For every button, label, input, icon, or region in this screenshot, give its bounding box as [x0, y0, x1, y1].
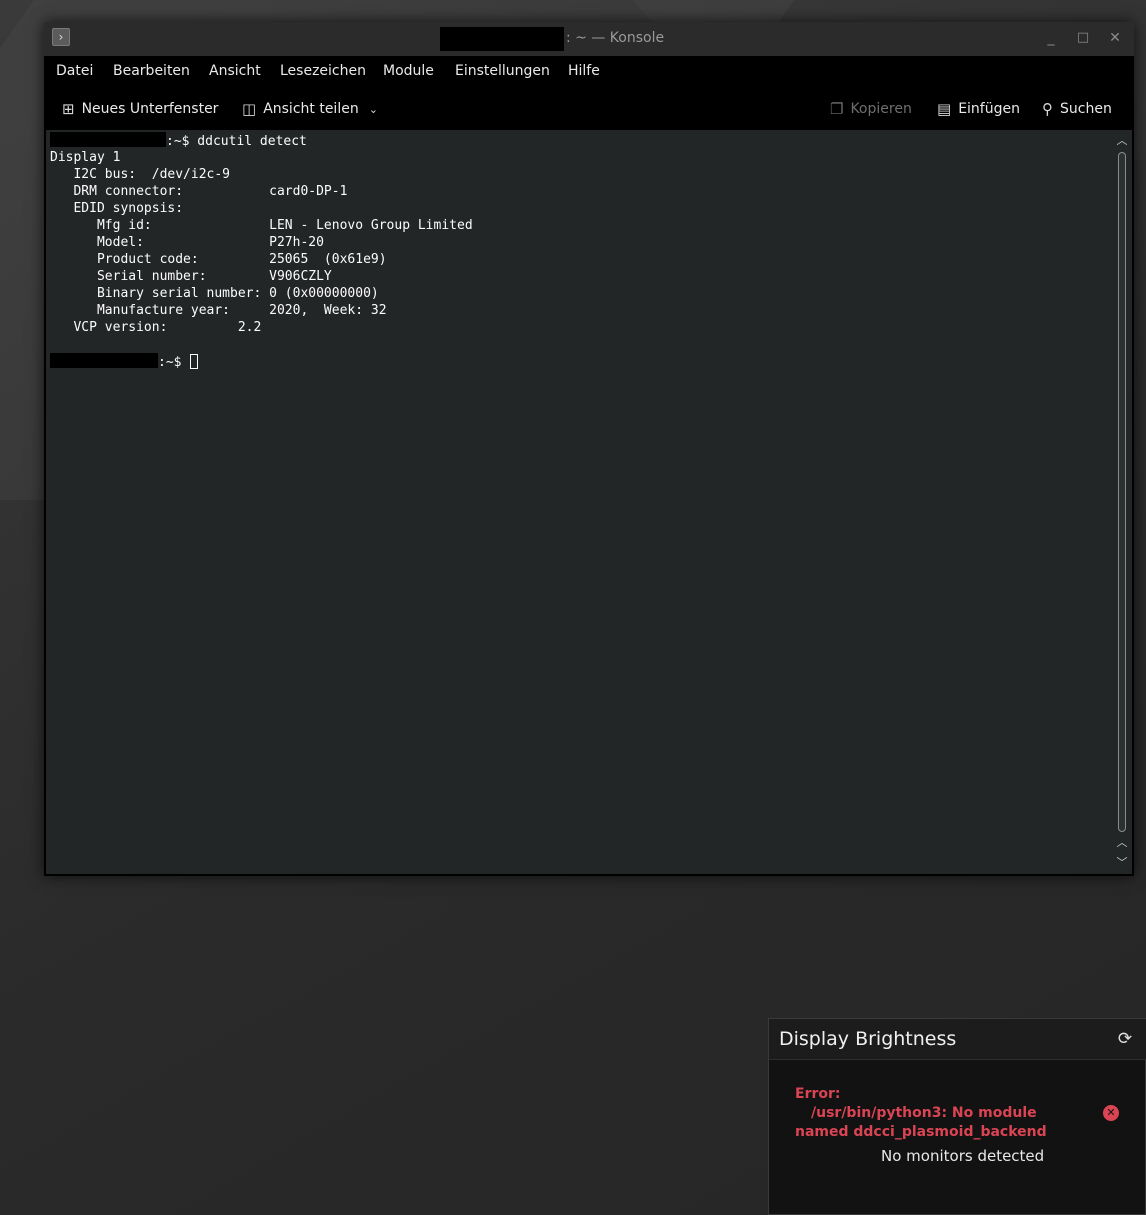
menu-datei[interactable]: Datei — [56, 63, 93, 79]
split-view-button[interactable]: ◫ Ansicht teilen ⌄ — [242, 98, 385, 120]
konsole-window: › : ~ — Konsole _ □ ✕ Datei Bearbeiten A… — [44, 22, 1134, 876]
prompt: :~$ — [158, 355, 190, 370]
output-line: Model: P27h-20 — [50, 235, 324, 250]
menu-lesezeichen[interactable]: Lesezeichen — [280, 63, 366, 79]
output-line: DRM connector: card0-DP-1 — [50, 184, 348, 199]
scroll-down-icon[interactable]: ﹀ — [1115, 856, 1129, 870]
paste-icon: ▤ — [937, 100, 952, 118]
split-view-icon: ◫ — [242, 100, 257, 118]
menu-ansicht[interactable]: Ansicht — [209, 63, 261, 79]
copy-label: Kopieren — [850, 101, 912, 117]
status-text: No monitors detected — [881, 1147, 1045, 1165]
toolbar: ⊞ Neues Unterfenster ◫ Ansicht teilen ⌄ … — [44, 86, 1134, 130]
new-tab-button[interactable]: ⊞ Neues Unterfenster — [62, 98, 218, 120]
minimize-button[interactable]: _ — [1042, 29, 1060, 47]
new-tab-label: Neues Unterfenster — [81, 101, 219, 117]
output-line: Binary serial number: 0 (0x00000000) — [50, 286, 379, 301]
output-line: Mfg id: LEN - Lenovo Group Limited — [50, 218, 473, 233]
error-label: Error: — [795, 1086, 841, 1102]
output-line: Product code: 25065 (0x61e9) — [50, 252, 387, 267]
refresh-icon[interactable]: ⟳ — [1115, 1029, 1135, 1049]
menu-module[interactable]: Module — [383, 63, 434, 79]
paste-label: Einfügen — [958, 101, 1020, 117]
terminal-icon[interactable]: › — [52, 28, 70, 46]
scroll-up-icon[interactable]: ︿ — [1115, 836, 1129, 850]
menu-bearbeiten[interactable]: Bearbeiten — [113, 63, 190, 79]
redacted-prompt — [50, 353, 158, 368]
paste-button[interactable]: ▤ Einfügen — [937, 98, 1020, 120]
error-line-2: named ddcci_plasmoid_backend — [795, 1124, 1047, 1140]
output-line: Serial number: V906CZLY — [50, 269, 332, 284]
scroll-thumb[interactable] — [1118, 152, 1126, 832]
copy-button[interactable]: ❐ Kopieren — [830, 98, 912, 120]
search-label: Suchen — [1060, 101, 1112, 117]
command-text: ddcutil detect — [189, 134, 307, 149]
maximize-button[interactable]: □ — [1074, 29, 1092, 47]
output-line: VCP version: 2.2 — [50, 320, 262, 335]
close-button[interactable]: ✕ — [1106, 29, 1124, 47]
output-line: Display 1 — [50, 150, 121, 165]
error-message: Error: /usr/bin/python3: No module named… — [795, 1085, 1095, 1142]
dismiss-error-icon[interactable]: ✕ — [1103, 1105, 1119, 1121]
menu-hilfe[interactable]: Hilfe — [568, 63, 600, 79]
text-cursor — [190, 354, 199, 369]
redacted-username — [440, 27, 564, 51]
prompt: :~$ — [166, 134, 190, 149]
menu-einstellungen[interactable]: Einstellungen — [455, 63, 550, 79]
prompt-line: :~$ — [50, 353, 199, 370]
display-brightness-popup: Display Brightness ⟳ Error: /usr/bin/pyt… — [768, 1018, 1146, 1215]
new-tab-icon: ⊞ — [62, 100, 75, 118]
split-view-label: Ansicht teilen — [263, 101, 359, 117]
search-button[interactable]: ⚲ Suchen — [1042, 98, 1112, 120]
search-icon: ⚲ — [1042, 100, 1053, 118]
error-line-1: /usr/bin/python3: No module — [811, 1105, 1037, 1121]
copy-icon: ❐ — [830, 100, 844, 118]
scrollbar[interactable]: ︿ ︿ ﹀ — [1112, 130, 1132, 874]
scroll-up-icon[interactable]: ︿ — [1115, 134, 1129, 148]
redacted-prompt — [50, 132, 166, 147]
popup-header: Display Brightness ⟳ — [769, 1019, 1146, 1060]
output-line: Manufacture year: 2020, Week: 32 — [50, 303, 387, 318]
output-line: EDID synopsis: — [50, 201, 184, 216]
command-line: :~$ ddcutil detect — [50, 132, 307, 149]
popup-title: Display Brightness — [779, 1028, 957, 1050]
title-bar[interactable]: › : ~ — Konsole _ □ ✕ — [44, 22, 1134, 56]
output-line: I2C bus: /dev/i2c-9 — [50, 167, 231, 182]
terminal-area[interactable]: :~$ ddcutil detect Display 1 I2C bus: /d… — [46, 130, 1112, 874]
menu-bar: Datei Bearbeiten Ansicht Lesezeichen Mod… — [44, 56, 1134, 86]
chevron-down-icon: ⌄ — [368, 102, 378, 116]
window-title: : ~ — Konsole — [566, 30, 665, 46]
